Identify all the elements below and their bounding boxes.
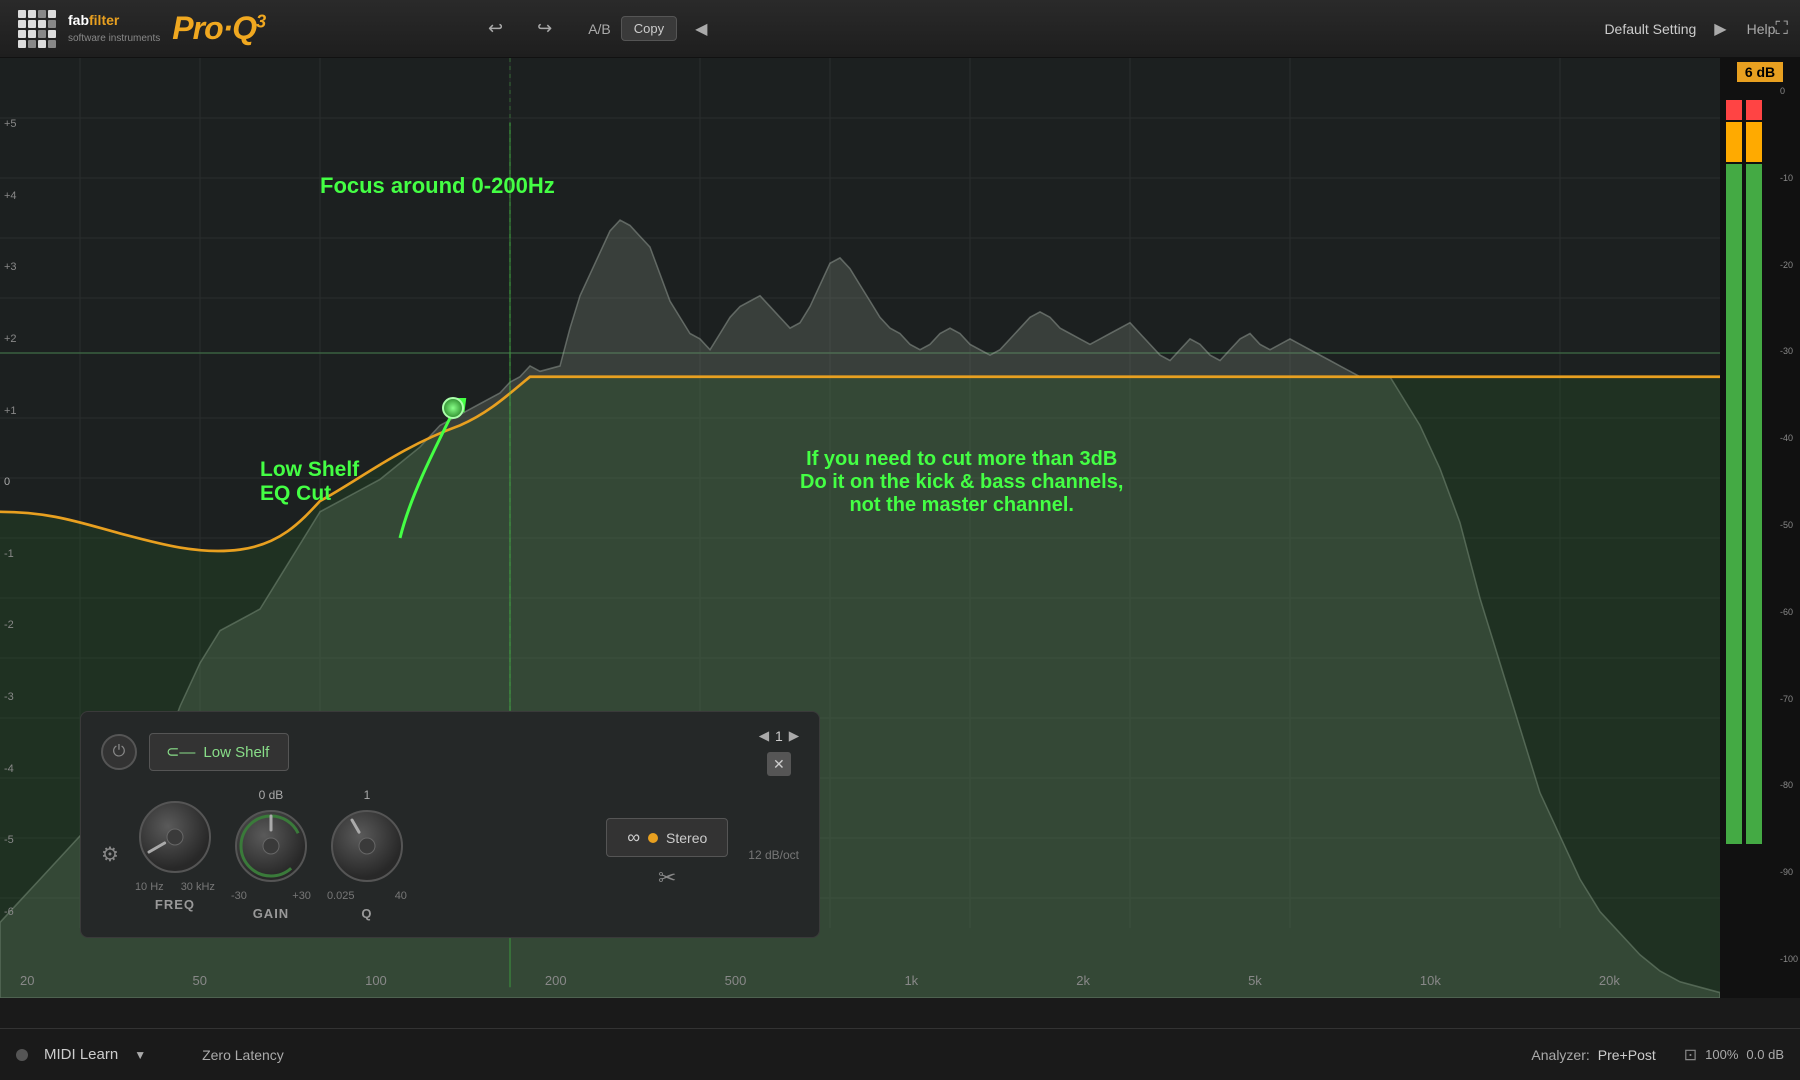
db-scale-left: +5 +4 +3 +2 +1 0 -1 -2 -3 -4 -5 -6 [0, 118, 40, 918]
band-power-button[interactable]: ⏻ [101, 734, 137, 770]
band-controls-panel: ⏻ ⊂— Low Shelf ◀ 1 ▶ ✕ [80, 711, 820, 938]
help-button[interactable]: Help [1747, 21, 1776, 37]
eq-band-node[interactable] [442, 397, 464, 419]
undo-button[interactable]: ↩ [480, 14, 511, 43]
channel-prev-button[interactable]: ◀ [759, 728, 769, 744]
ab-copy-area: A/B Copy [588, 16, 677, 41]
analyzer-area: Analyzer: Pre+Post ⊡ 100% 0.0 dB [1531, 1045, 1784, 1065]
freq-knob-group: 10 Hz 30 kHz FREQ [135, 797, 215, 912]
logo-area: fabfilter software instruments Pro·Q3 [0, 10, 460, 48]
settings-icon[interactable]: ⚙ [101, 842, 119, 867]
controls-row-top: ⏻ ⊂— Low Shelf ◀ 1 ▶ ✕ [101, 728, 799, 776]
filter-type-button[interactable]: ⊂— Low Shelf [149, 733, 289, 771]
ab-label: A/B [588, 21, 611, 37]
q-range: 0.025 40 [327, 890, 407, 902]
vu-bar-svg [1724, 90, 1768, 950]
q-knob[interactable] [327, 806, 407, 886]
freq-range: 10 Hz 30 kHz [135, 881, 215, 893]
stereo-dot [648, 833, 658, 843]
header-controls: ↩ ↪ A/B Copy ◀ Default Setting ▶ [460, 14, 1727, 43]
logo-icon [18, 10, 56, 48]
midi-status-dot [16, 1049, 28, 1061]
redo-button[interactable]: ↪ [529, 14, 560, 43]
copy-button[interactable]: Copy [621, 16, 677, 41]
brand-name: fabfilter software instruments [68, 12, 160, 45]
preset-area: Default Setting [1604, 21, 1696, 37]
product-name: Pro·Q3 [172, 10, 265, 47]
preset-next-button[interactable]: ▶ [1714, 19, 1726, 39]
resize-icon[interactable]: ⊡ [1684, 1045, 1697, 1065]
gain-knob-group: 0 dB [231, 788, 311, 921]
latency-mode-label: Zero Latency [202, 1047, 284, 1063]
preset-name: Default Setting [1604, 21, 1696, 37]
preset-prev-button[interactable]: ◀ [695, 19, 707, 39]
band-close-button[interactable]: ✕ [767, 752, 791, 776]
db-readout-label: 0.0 dB [1746, 1047, 1784, 1062]
vu-scale: 0 -10 -20 -30 -40 -50 -60 -70 -80 -90 -1… [1780, 82, 1798, 968]
q-value: 1 [364, 788, 371, 802]
frequency-labels: 20 50 100 200 500 1k 2k 5k 10k 20k [0, 973, 1640, 988]
channel-next-button[interactable]: ▶ [789, 728, 799, 744]
gain-knob[interactable] [231, 806, 311, 886]
zoom-level-label: 100% [1705, 1047, 1738, 1062]
vu-meter-panel: 6 dB 0 -10 -20 -30 -40 -50 -60 -70 -80 -… [1720, 58, 1800, 998]
gain-label: GAIN [253, 906, 290, 921]
fullscreen-button[interactable]: ⛶ [1775, 18, 1788, 39]
vu-peak-label: 6 dB [1737, 62, 1783, 82]
midi-dropdown-arrow[interactable]: ▼ [134, 1048, 146, 1062]
status-bar: MIDI Learn ▼ Zero Latency Analyzer: Pre+… [0, 1028, 1800, 1080]
gain-value: 0 dB [259, 788, 284, 802]
eq-canvas: Focus around 0-200Hz Low Shelf EQ Cut If… [0, 58, 1720, 998]
channel-number: 1 [775, 728, 783, 744]
midi-learn-button[interactable]: MIDI Learn [44, 1046, 118, 1063]
controls-row-bottom: ⚙ [101, 788, 799, 921]
analyzer-label: Analyzer: [1531, 1047, 1589, 1063]
gain-range: -30 +30 [231, 890, 311, 902]
header: fabfilter software instruments Pro·Q3 ↩ … [0, 0, 1800, 58]
q-label: Q [361, 906, 372, 921]
slope-label: 12 dB/oct [748, 848, 799, 862]
q-knob-group: 1 [327, 788, 407, 921]
channel-nav-area: ◀ 1 ▶ [759, 728, 799, 744]
freq-label: FREQ [155, 897, 195, 912]
main-area: Focus around 0-200Hz Low Shelf EQ Cut If… [0, 58, 1800, 998]
channel-controls: ◀ 1 ▶ ✕ [759, 728, 799, 776]
scissors-icon[interactable]: ✂ [658, 865, 676, 891]
analyzer-mode-label: Pre+Post [1598, 1047, 1656, 1063]
freq-knob[interactable] [135, 797, 215, 877]
stereo-button[interactable]: ∞ Stereo [606, 818, 728, 857]
stereo-section: ∞ Stereo ✂ [606, 818, 728, 891]
